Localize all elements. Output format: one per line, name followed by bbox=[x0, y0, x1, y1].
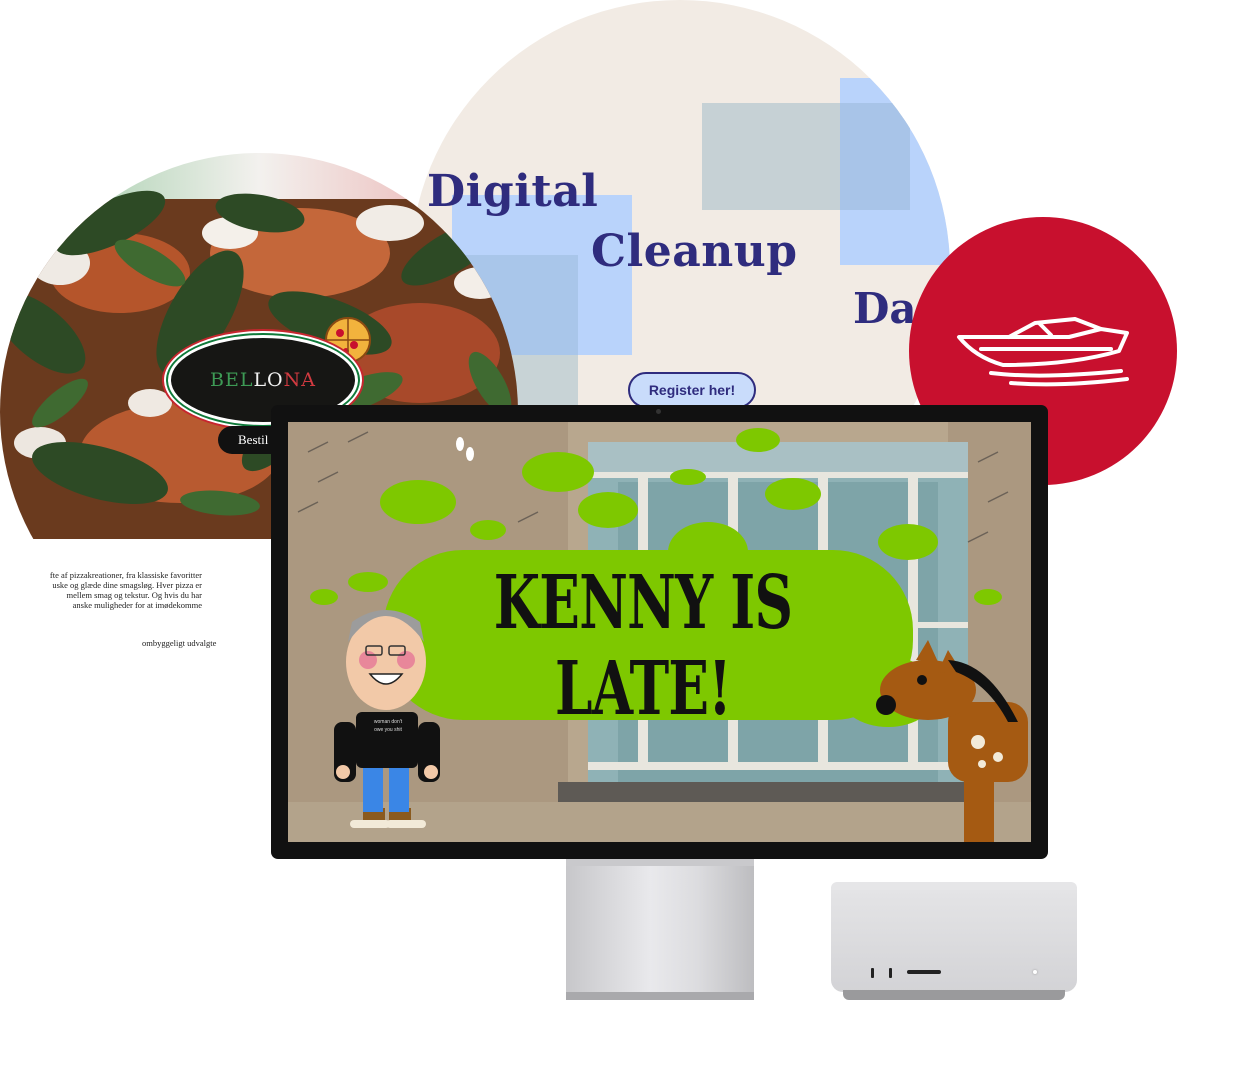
bellona-text-line: anske muligheder for at imødekomme bbox=[72, 600, 202, 610]
monitor-stand bbox=[566, 866, 754, 994]
camera-dot bbox=[656, 409, 661, 414]
studio-display: KENNY IS LATE! woman don't owe you shit bbox=[271, 405, 1048, 859]
logo-part-red: NA bbox=[283, 369, 316, 391]
bellona-text-line: ombyggeligt udvalgte bbox=[142, 638, 217, 648]
mac-studio-base bbox=[843, 990, 1065, 1000]
decor-square bbox=[840, 103, 910, 210]
game-title: KENNY IS LATE! bbox=[493, 560, 793, 732]
bellona-text-line: uske og glæde dine smagsløg. Hver pizza … bbox=[52, 580, 202, 590]
sd-card-slot bbox=[907, 970, 941, 974]
usb-c-port bbox=[871, 968, 874, 978]
boat-icon bbox=[957, 317, 1129, 387]
mac-studio bbox=[831, 890, 1077, 992]
monitor-stand-foot bbox=[566, 992, 754, 1000]
logo-part-white: LO bbox=[253, 369, 284, 391]
bellona-text-line: mellem smag og tekstur. Og hvis du har bbox=[66, 590, 202, 600]
usb-c-port bbox=[889, 968, 892, 978]
shirt-text-line: owe you shit bbox=[374, 727, 402, 733]
kenny-game-screen: KENNY IS LATE! woman don't owe you shit bbox=[288, 422, 1031, 842]
cleanup-title-partial: Da bbox=[853, 284, 917, 333]
logo-part-green: BEL bbox=[209, 369, 254, 391]
game-title-wrap: KENNY IS LATE! bbox=[383, 560, 903, 732]
shirt-print: woman don't owe you shit bbox=[360, 718, 416, 734]
bellona-text-line: fte af pizzakreationer, fra klassiske fa… bbox=[49, 570, 202, 580]
shirt-text-line: woman don't bbox=[373, 719, 403, 725]
register-button[interactable]: Register her! bbox=[628, 372, 756, 408]
power-light bbox=[1033, 970, 1037, 974]
cleanup-title-cleanup: Cleanup bbox=[591, 226, 798, 277]
